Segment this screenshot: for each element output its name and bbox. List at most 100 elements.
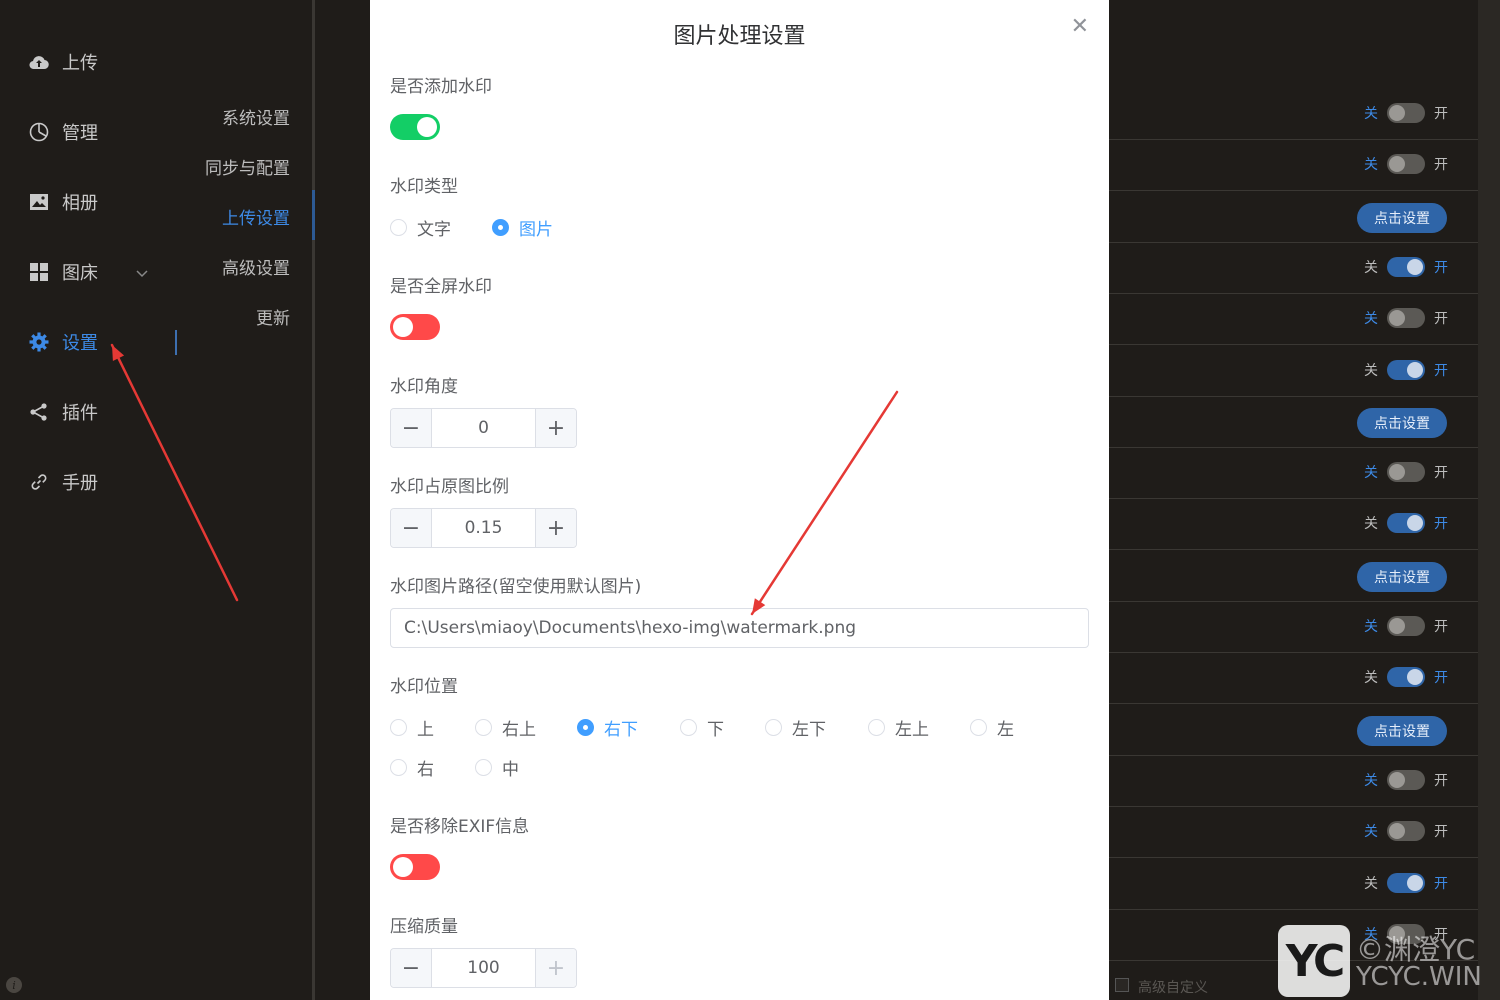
setting-switch[interactable] — [1387, 769, 1425, 790]
angle-decrease-button[interactable]: − — [391, 409, 432, 447]
setting-switch-group: 关开 — [1364, 103, 1448, 123]
radio-option[interactable]: 左上 — [868, 716, 970, 740]
sidebar: 上传 管理 相册 图床 设置 插件 手册 i — [0, 0, 190, 1000]
sidebar-item-plugins[interactable]: 插件 — [28, 392, 98, 432]
radio-option[interactable]: 右下 — [577, 716, 680, 740]
add-watermark-switch[interactable] — [390, 114, 440, 140]
radio-option[interactable]: 图片 — [492, 216, 594, 240]
setting-switch[interactable] — [1387, 103, 1425, 123]
pie-chart-icon — [28, 121, 50, 143]
watermark-position-label: 水印位置 — [390, 677, 458, 697]
advanced-custom-checkbox[interactable] — [1115, 978, 1129, 992]
setting-switch[interactable] — [1387, 667, 1425, 688]
setting-switch[interactable] — [1387, 308, 1425, 329]
settings-row: 关开 — [1109, 89, 1478, 140]
configure-button[interactable]: 点击设置 — [1357, 715, 1447, 746]
sidebar-item-manual[interactable]: 手册 — [28, 462, 98, 502]
radio-dot — [390, 758, 407, 776]
quality-increase-button[interactable]: + — [535, 949, 576, 987]
ratio-value[interactable]: 0.15 — [432, 509, 535, 547]
watermark-logo: YC — [1278, 925, 1350, 997]
switch-on-label: 开 — [1434, 465, 1448, 482]
window-edge — [1478, 0, 1500, 1000]
switch-off-label: 关 — [1364, 259, 1378, 276]
radio-option[interactable]: 上 — [390, 716, 475, 740]
switch-off-label: 关 — [1364, 465, 1378, 482]
sidebar-item-album[interactable]: 相册 — [28, 182, 98, 222]
radio-label: 右 — [417, 759, 434, 780]
radio-dot — [868, 718, 885, 736]
setting-switch[interactable] — [1387, 359, 1425, 380]
sidebar-item-picbed[interactable]: 图床 — [28, 252, 158, 292]
ratio-increase-button[interactable]: + — [535, 509, 576, 547]
grid-icon — [28, 261, 50, 283]
radio-option[interactable]: 中 — [475, 756, 560, 780]
radio-dot — [390, 218, 407, 236]
submenu-item-update[interactable]: 更新 — [256, 304, 290, 329]
watermark-ratio-stepper: − 0.15 + — [390, 508, 577, 548]
switch-on-label: 开 — [1434, 619, 1448, 635]
setting-switch[interactable] — [1387, 154, 1425, 175]
quality-value[interactable]: 100 — [432, 949, 535, 987]
close-icon[interactable]: ✕ — [1071, 14, 1089, 39]
settings-list: 关开关开点击设置关开关开关开点击设置关开关开点击设置关开关开点击设置关开关开关开… — [1109, 0, 1478, 1000]
sidebar-item-upload[interactable]: 上传 — [28, 42, 98, 82]
dialog-title: 图片处理设置 — [673, 24, 806, 49]
settings-row: 点击设置 — [1109, 192, 1478, 243]
radio-option[interactable]: 左 — [970, 716, 1055, 740]
setting-switch[interactable] — [1387, 821, 1425, 842]
fullscreen-watermark-label: 是否全屏水印 — [390, 277, 492, 297]
fullscreen-watermark-switch[interactable] — [390, 314, 440, 340]
add-watermark-label: 是否添加水印 — [390, 77, 492, 97]
image-icon — [28, 191, 50, 213]
radio-option[interactable]: 文字 — [390, 216, 492, 240]
settings-row: 关开 — [1109, 140, 1478, 192]
submenu-item-advanced[interactable]: 高级设置 — [222, 254, 290, 279]
sidebar-item-label: 相册 — [62, 193, 98, 214]
info-icon[interactable]: i — [6, 977, 22, 993]
setting-switch-group: 关开 — [1364, 308, 1448, 329]
configure-button[interactable]: 点击设置 — [1357, 202, 1447, 233]
radio-option[interactable]: 右上 — [475, 716, 577, 740]
configure-button[interactable]: 点击设置 — [1357, 561, 1447, 592]
submenu-item-sync[interactable]: 同步与配置 — [205, 154, 290, 179]
setting-switch-group: 关开 — [1364, 667, 1448, 688]
switch-off-label: 关 — [1364, 106, 1378, 122]
radio-label: 上 — [417, 719, 434, 740]
settings-submenu: 系统设置 同步与配置 上传设置 高级设置 更新 — [190, 0, 315, 1000]
sidebar-item-manage[interactable]: 管理 — [28, 112, 98, 152]
radio-option[interactable]: 右 — [390, 756, 475, 780]
sidebar-item-label: 上传 — [62, 53, 98, 74]
setting-switch[interactable] — [1387, 872, 1425, 893]
settings-row: 关开 — [1109, 602, 1478, 653]
radio-option[interactable]: 下 — [680, 716, 765, 740]
submenu-item-upload[interactable]: 上传设置 — [222, 204, 290, 229]
compression-quality-stepper: − 100 + — [390, 948, 577, 988]
radio-dot — [390, 718, 407, 736]
setting-switch[interactable] — [1387, 616, 1425, 636]
quality-decrease-button[interactable]: − — [391, 949, 432, 987]
ratio-decrease-button[interactable]: − — [391, 509, 432, 547]
sidebar-item-settings[interactable]: 设置 — [28, 322, 98, 362]
setting-switch[interactable] — [1387, 256, 1425, 277]
radio-label: 左下 — [792, 719, 826, 740]
setting-switch-group: 关开 — [1364, 462, 1448, 483]
submenu-item-system[interactable]: 系统设置 — [222, 104, 290, 129]
radio-dot — [680, 718, 697, 736]
angle-value[interactable]: 0 — [432, 409, 535, 447]
remove-exif-switch[interactable] — [390, 854, 440, 880]
sidebar-item-label: 插件 — [62, 403, 98, 424]
setting-switch-group: 关开 — [1364, 616, 1448, 636]
setting-switch-group: 关开 — [1364, 513, 1448, 534]
configure-button[interactable]: 点击设置 — [1357, 407, 1447, 438]
angle-increase-button[interactable]: + — [535, 409, 576, 447]
share-icon — [28, 401, 50, 423]
settings-row: 关开 — [1109, 499, 1478, 551]
watermark-image-path-input[interactable]: C:\Users\miaoy\Documents\hexo-img\waterm… — [390, 608, 1089, 648]
switch-off-label: 关 — [1364, 619, 1378, 635]
setting-switch[interactable] — [1387, 513, 1425, 534]
watermark-position-radio-group: 上 右上 右下 下 左下 左上 左右 中 — [390, 716, 1080, 780]
radio-option[interactable]: 左下 — [765, 716, 868, 740]
sidebar-item-label: 管理 — [62, 123, 98, 144]
setting-switch[interactable] — [1387, 462, 1425, 483]
